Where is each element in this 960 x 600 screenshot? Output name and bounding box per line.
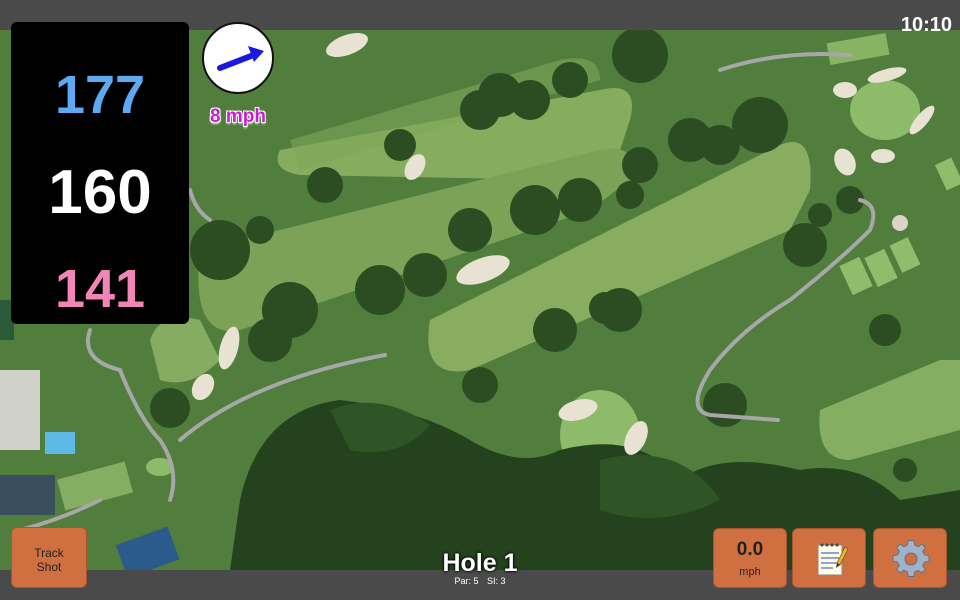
wind-speed: 8 mph — [210, 106, 266, 127]
speed-button[interactable]: 0.0 mph — [713, 528, 787, 588]
wind-arrow-icon — [217, 46, 264, 71]
speed-unit: mph — [739, 566, 761, 578]
track-shot-label-line1: Track — [34, 546, 64, 560]
distance-middle: 160 — [48, 158, 152, 227]
settings-button[interactable] — [873, 528, 947, 588]
distance-panel: 177 160 141 — [11, 22, 189, 324]
notes-button[interactable] — [792, 528, 866, 588]
wind-indicator — [202, 22, 274, 94]
distance-front: 141 — [54, 259, 146, 319]
clock: 10:10 — [900, 14, 952, 36]
gear-icon — [892, 540, 930, 577]
track-shot-button[interactable]: Track Shot — [11, 527, 87, 588]
hole-stroke-index: SI: 3 — [487, 576, 506, 586]
hole-title: Hole 1 — [442, 549, 518, 577]
speed-value: 0.0 — [736, 539, 764, 560]
distance-back: 177 — [54, 65, 146, 125]
track-shot-label-line2: Shot — [36, 560, 62, 574]
hole-par: Par: 5 — [454, 576, 479, 586]
notepad-icon — [817, 543, 849, 576]
hole-info: Par: 5 SI: 3 — [380, 576, 580, 586]
